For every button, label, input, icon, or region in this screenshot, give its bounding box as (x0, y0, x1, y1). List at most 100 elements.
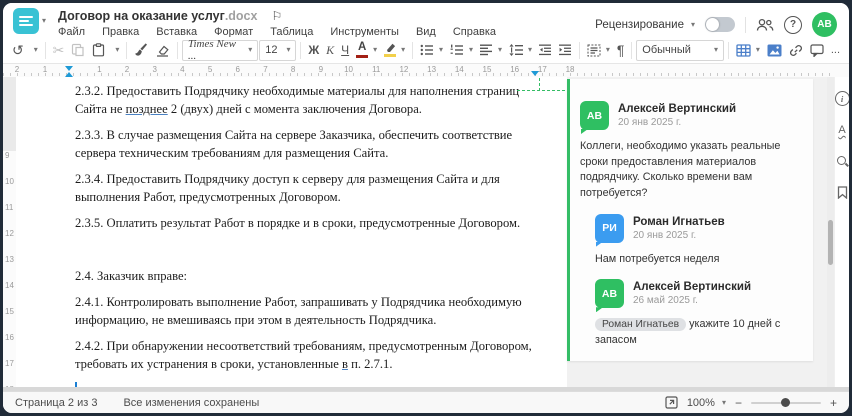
divider (412, 41, 413, 59)
comment[interactable]: АВ Алексей Вертинский 26 май 2025 г. Ром… (595, 279, 803, 349)
divider (126, 41, 128, 59)
vertical-ruler[interactable]: 91011121314151617181920 (3, 151, 17, 413)
chevron-down-icon: ▾ (33, 45, 38, 54)
increase-indent-button[interactable] (556, 39, 575, 61)
insert-link-button[interactable] (786, 39, 806, 61)
decrease-indent-button[interactable] (536, 39, 555, 61)
comment-date: 20 янв 2025 г. (618, 117, 682, 128)
chevron-down-icon: ▾ (115, 45, 120, 54)
comment-date: 26 май 2025 г. (633, 295, 698, 307)
italic-button[interactable]: К (323, 39, 337, 61)
line-spacing-button[interactable]: ▾ (506, 39, 535, 61)
mention-pill[interactable]: Роман Игнатьев (595, 318, 687, 332)
comment[interactable]: АВ Алексей Вертинский 20 янв 2025 г. Кол… (580, 101, 803, 202)
bullet-list-button[interactable]: ▾ (417, 39, 446, 61)
document-paragraph[interactable]: 2.4.2. При обнаружении несоответствий тр… (75, 338, 537, 373)
comment-text: Коллеги, необходимо указать реальные сро… (580, 140, 781, 199)
help-icon[interactable]: ? (784, 15, 802, 34)
divider (579, 41, 580, 59)
zoom-slider[interactable] (750, 398, 821, 407)
comment-thread[interactable]: АВ Алексей Вертинский 20 янв 2025 г. Кол… (567, 79, 813, 361)
font-color-button[interactable]: А ▾ (353, 39, 380, 61)
panel-scrollbar[interactable] (827, 77, 834, 387)
page-indicator[interactable]: Страница 2 из 3 (15, 397, 97, 409)
insert-table-button[interactable]: ▾ (733, 39, 763, 61)
highlight-color-button[interactable]: ▾ (381, 39, 408, 61)
comment[interactable]: РИ Роман Игнатьев 20 янв 2025 г. Нам пот… (595, 213, 803, 268)
paragraph-text: 2.3.3. В случае размещения Сайта на серв… (75, 128, 513, 160)
comment-anchor-text[interactable]: позднее (126, 102, 168, 116)
flag-icon[interactable]: ⚐ (271, 9, 282, 23)
document-page[interactable]: 2.3.2. Предоставить Подрядчику необходим… (16, 77, 567, 387)
horizontal-ruler[interactable]: 21 1 2 3 4 5 6 7 8 9 10 11 12 13 14 15 16 17 18 (3, 64, 849, 78)
font-family-select[interactable]: Times New ... ▾ (181, 38, 259, 62)
underline-button[interactable]: Ч (338, 39, 352, 61)
paragraph-style-select[interactable]: Обычный ▾ (636, 39, 725, 61)
comment-date: 20 янв 2025 г. (633, 229, 697, 241)
divider (44, 41, 46, 59)
document-text: 2.3.2. Предоставить Подрядчику необходим… (16, 77, 567, 373)
spellcheck-icon[interactable]: А (838, 125, 845, 136)
comment-author: Алексей Вертинский (633, 281, 752, 294)
divider (745, 16, 746, 33)
paragraph-text: 2.3.4. Предоставить Подрядчику доступ к … (75, 172, 500, 204)
fit-page-icon[interactable] (665, 396, 678, 409)
bold-button[interactable]: Ж (305, 39, 322, 61)
undo-button[interactable]: ↺ (9, 39, 27, 61)
zoom-out-button[interactable]: − (735, 396, 742, 410)
cut-button[interactable]: ✂ (50, 39, 68, 61)
document-paragraph[interactable]: 2.3.4. Предоставить Подрядчику доступ к … (75, 171, 537, 206)
paragraph-text: 2 (двух) дней с момента заключения Догов… (167, 101, 422, 116)
copy-button[interactable] (68, 39, 88, 61)
review-toggle[interactable] (705, 17, 735, 32)
comment-body: Коллеги, необходимо указать реальные сро… (580, 139, 803, 202)
format-painter-button[interactable] (131, 39, 151, 61)
document-paragraph[interactable]: 2.3.2. Предоставить Подрядчику необходим… (75, 83, 537, 118)
chevron-down-icon: ▾ (469, 45, 474, 54)
chevron-down-icon: ▾ (286, 45, 291, 54)
comment-author: Роман Игнатьев (633, 215, 725, 228)
review-mode-dropdown[interactable]: Рецензирование ▾ (595, 19, 695, 31)
divider (728, 41, 729, 59)
app-menu-button[interactable]: ▾ (13, 8, 46, 34)
chevron-down-icon: ▾ (248, 45, 253, 54)
font-size-select[interactable]: 12 ▾ (259, 39, 297, 61)
app-logo-icon (13, 8, 39, 34)
comment-body: Роман Игнатьев укажите 10 дней с запасом (595, 317, 803, 349)
zoom-slider-knob[interactable] (780, 398, 790, 407)
clear-format-button[interactable] (152, 39, 173, 61)
collaborators-icon[interactable] (756, 18, 774, 32)
paste-button[interactable] (89, 39, 108, 61)
avatar: РИ (595, 213, 624, 243)
zoom-select[interactable]: 100% ▾ (687, 397, 726, 409)
align-button[interactable]: ▾ (477, 39, 505, 61)
insert-image-button[interactable] (764, 39, 785, 61)
search-icon[interactable] (836, 155, 848, 167)
chevron-down-icon: ▾ (373, 45, 378, 54)
toolbar: ↺ ▾ ✂ ▾ Times New ... ▾ 12 ▾ Ж К Ч А ▾ ▾… (3, 37, 849, 64)
undo-dropdown[interactable]: ▾ (28, 39, 41, 61)
document-paragraph[interactable]: 2.4. Заказчик вправе: (75, 268, 537, 286)
chevron-down-icon: ▾ (755, 45, 760, 54)
zoom-in-button[interactable]: + (830, 396, 837, 410)
chevron-down-icon[interactable]: ▾ (42, 17, 46, 25)
titlebar: ▾ Договор на оказание услуг .docx ⚐ Файл П… (3, 3, 849, 38)
paste-dropdown[interactable]: ▾ (109, 39, 122, 61)
first-line-indent-marker[interactable] (65, 66, 73, 71)
document-paragraph[interactable]: 2.3.3. В случае размещения Сайта на серв… (75, 127, 537, 162)
scrollbar-thumb[interactable] (828, 220, 833, 265)
document-paragraph[interactable] (75, 242, 537, 259)
right-indent-marker[interactable] (531, 71, 539, 76)
chevron-down-icon: ▾ (714, 45, 719, 54)
show-marks-button[interactable]: ¶ (614, 39, 628, 61)
numbered-list-button[interactable]: ▾ (447, 39, 476, 61)
chevron-down-icon: ▾ (528, 45, 533, 54)
info-icon[interactable]: i (834, 91, 849, 106)
comment-button[interactable] (807, 39, 827, 61)
bookmark-icon[interactable] (837, 186, 848, 199)
more-tools-button[interactable]: ... (828, 39, 843, 61)
user-avatar[interactable]: АВ (812, 12, 837, 37)
document-paragraph[interactable]: 2.3.5. Оплатить результат Работ в порядк… (75, 215, 537, 233)
document-paragraph[interactable]: 2.4.1. Контролировать выполнение Работ, … (75, 294, 537, 329)
paragraph-settings-button[interactable]: ▾ (584, 39, 613, 61)
